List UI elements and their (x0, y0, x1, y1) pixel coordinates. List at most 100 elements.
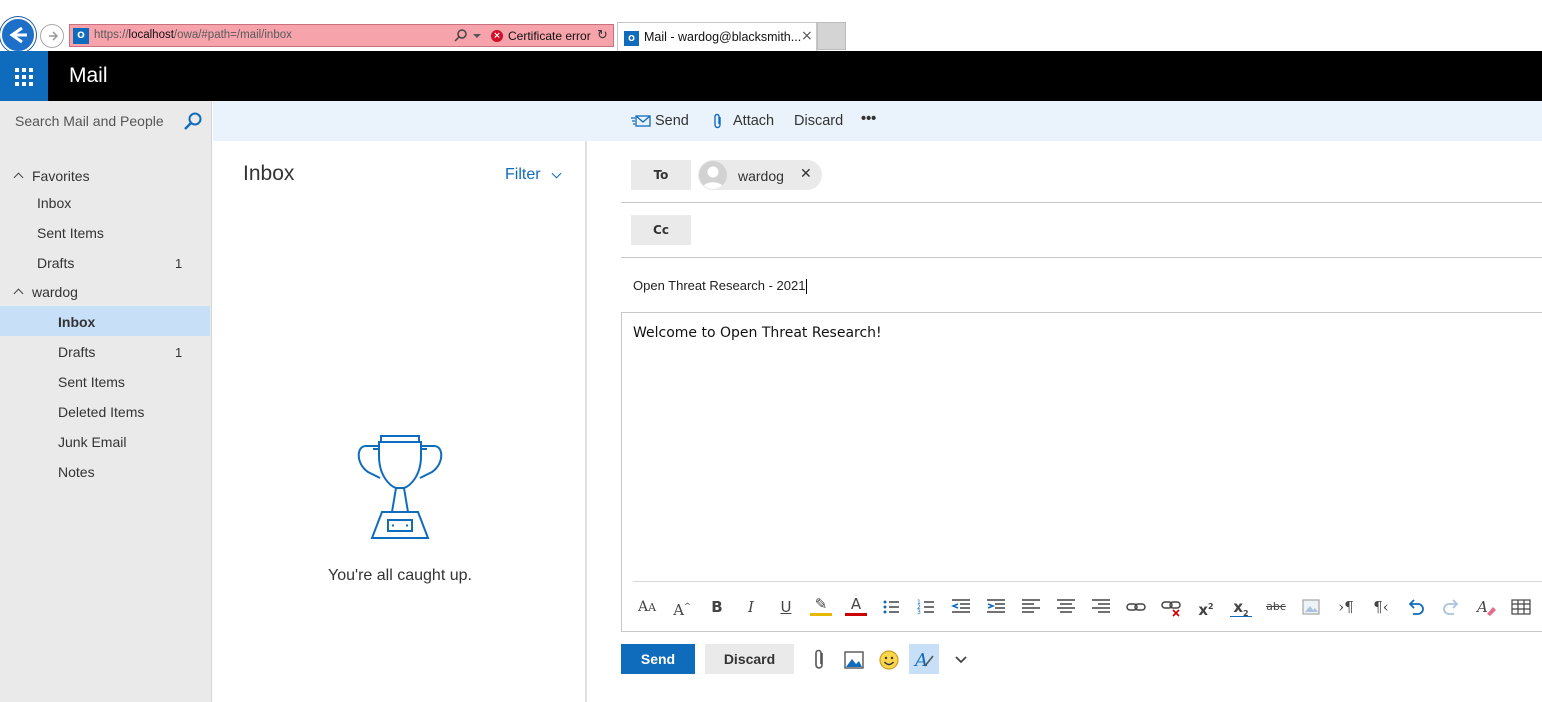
format-toolbar-divider (633, 581, 1542, 582)
drafts-count-badge: 1 (175, 256, 183, 271)
back-arrow-icon (9, 26, 27, 44)
numbering-icon[interactable]: 123 (915, 596, 937, 618)
app-title: Mail (69, 64, 108, 87)
message-list: Inbox Filter You're all caught up. (213, 141, 587, 702)
bold-icon[interactable]: B (706, 596, 728, 618)
discard-button[interactable]: Discard (705, 644, 794, 674)
insert-picture-icon[interactable] (840, 646, 868, 674)
italic-icon[interactable]: I (740, 596, 762, 618)
back-button[interactable] (0, 17, 36, 53)
search-input[interactable]: Search Mail and People (0, 101, 212, 141)
sidebar-item-favorites-inbox[interactable]: Inbox (37, 195, 71, 211)
tab-title: Mail - wardog@blacksmith.... (644, 30, 802, 44)
sidebar-item-drafts[interactable]: Drafts (58, 344, 95, 360)
sidebar-item-deleted-items[interactable]: Deleted Items (58, 404, 144, 420)
recipient-chip[interactable]: wardog ✕ (698, 160, 822, 190)
toolbar-send-button[interactable]: Send (655, 113, 689, 129)
bullets-icon[interactable] (880, 596, 902, 618)
format-toggle-icon[interactable]: A (909, 644, 939, 674)
sidebar-item-notes[interactable]: Notes (58, 464, 95, 480)
send-envelope-icon (631, 114, 651, 128)
toolbar-attach-button[interactable]: Attach (733, 113, 774, 129)
undo-icon[interactable] (1405, 596, 1427, 618)
insert-picture-icon[interactable] (1300, 596, 1322, 618)
remove-link-icon[interactable] (1160, 596, 1182, 618)
align-center-icon[interactable] (1055, 596, 1077, 618)
account-collapse-icon[interactable] (13, 288, 24, 299)
to-button[interactable]: To (631, 160, 691, 190)
ltr-icon[interactable]: ›¶ (1335, 596, 1357, 618)
compose-pane: To wardog ✕ Cc Open Threat Research - 20… (589, 141, 1542, 702)
avatar (699, 161, 727, 189)
trophy-icon (354, 434, 446, 542)
svg-text:3: 3 (917, 609, 921, 616)
browser-tab[interactable]: O Mail - wardog@blacksmith.... × (617, 22, 817, 51)
empty-state-message: You're all caught up. (328, 567, 472, 584)
more-options-icon[interactable]: ••• (861, 111, 876, 127)
search-placeholder: Search Mail and People (15, 113, 164, 129)
redo-icon[interactable] (1440, 596, 1462, 618)
sidebar-item-favorites-sent-items[interactable]: Sent Items (37, 225, 104, 241)
address-search-icon[interactable] (454, 28, 468, 42)
refresh-icon[interactable]: ↻ (597, 28, 608, 43)
subject-field[interactable]: Open Threat Research - 2021 (633, 278, 808, 295)
drafts-count-badge: 1 (175, 345, 183, 360)
grow-font-icon[interactable]: A^ (671, 596, 693, 619)
waffle-icon (15, 68, 33, 86)
account-header[interactable]: wardog (32, 284, 78, 300)
subscript-icon[interactable]: x2 (1230, 596, 1252, 618)
sidebar-item-sent-items[interactable]: Sent Items (58, 374, 125, 390)
subject-text: Open Threat Research - 2021 (633, 278, 806, 293)
message-body-text: Welcome to Open Threat Research! (633, 325, 882, 341)
increase-indent-icon[interactable] (985, 596, 1007, 618)
paperclip-icon (713, 113, 723, 130)
insert-table-icon[interactable] (1510, 596, 1532, 618)
address-bar[interactable]: O https://localhost/owa/#path=/mail/inbo… (69, 24, 614, 47)
filter-button[interactable]: Filter (505, 166, 541, 184)
certificate-error-label[interactable]: Certificate error (508, 29, 591, 43)
chevron-down-icon[interactable] (947, 646, 975, 674)
remove-recipient-icon[interactable]: ✕ (800, 166, 812, 182)
highlight-icon[interactable]: ✎ (810, 596, 832, 616)
sidebar-item-favorites-drafts[interactable]: Drafts (37, 255, 74, 271)
folder-pane: Search Mail and People Favorites Inbox S… (0, 101, 212, 702)
app-launcher-button[interactable] (0, 51, 48, 101)
address-url[interactable]: https://localhost/owa/#path=/mail/inbox (94, 29, 292, 41)
clear-format-icon[interactable]: A (1475, 596, 1497, 618)
underline-icon[interactable]: U (775, 596, 797, 618)
outlook-tab-icon: O (624, 31, 639, 46)
decrease-indent-icon[interactable] (950, 596, 972, 618)
to-divider (621, 202, 1542, 203)
toolbar-discard-button[interactable]: Discard (794, 113, 843, 129)
sidebar-item-junk-email[interactable]: Junk Email (58, 434, 126, 450)
outlook-favicon-icon: O (73, 28, 89, 44)
forward-arrow-icon (49, 31, 59, 41)
align-left-icon[interactable] (1020, 596, 1042, 618)
font-color-icon[interactable]: A (845, 596, 867, 616)
superscript-icon[interactable]: x2 (1195, 596, 1217, 619)
favorites-collapse-icon[interactable] (13, 172, 24, 183)
svg-text:A: A (1475, 598, 1488, 616)
message-body-editor[interactable]: Welcome to Open Threat Research! AA A^ B… (621, 312, 1542, 632)
forward-button[interactable] (40, 24, 64, 48)
insert-link-icon[interactable] (1125, 596, 1147, 618)
font-size-icon[interactable]: AA (636, 596, 658, 618)
compose-command-bar: Send Attach Discard ••• (213, 101, 1542, 141)
search-icon[interactable] (183, 111, 203, 131)
cc-button[interactable]: Cc (631, 215, 691, 245)
text-caret (806, 279, 808, 295)
emoji-icon[interactable] (875, 646, 903, 674)
new-tab-button[interactable] (817, 22, 846, 50)
certificate-error-icon[interactable]: × (491, 30, 503, 42)
address-dropdown-icon[interactable] (473, 34, 481, 38)
tab-close-icon[interactable]: × (801, 28, 813, 44)
attach-icon[interactable] (805, 646, 833, 674)
strikethrough-icon[interactable]: abc (1265, 596, 1287, 618)
favorites-header[interactable]: Favorites (32, 168, 90, 184)
align-right-icon[interactable] (1090, 596, 1112, 618)
sidebar-item-inbox[interactable]: Inbox (58, 314, 95, 330)
rtl-icon[interactable]: ¶‹ (1370, 596, 1392, 618)
chevron-down-icon[interactable] (551, 168, 562, 179)
selected-folder-highlight (0, 306, 210, 336)
send-button[interactable]: Send (621, 644, 695, 674)
